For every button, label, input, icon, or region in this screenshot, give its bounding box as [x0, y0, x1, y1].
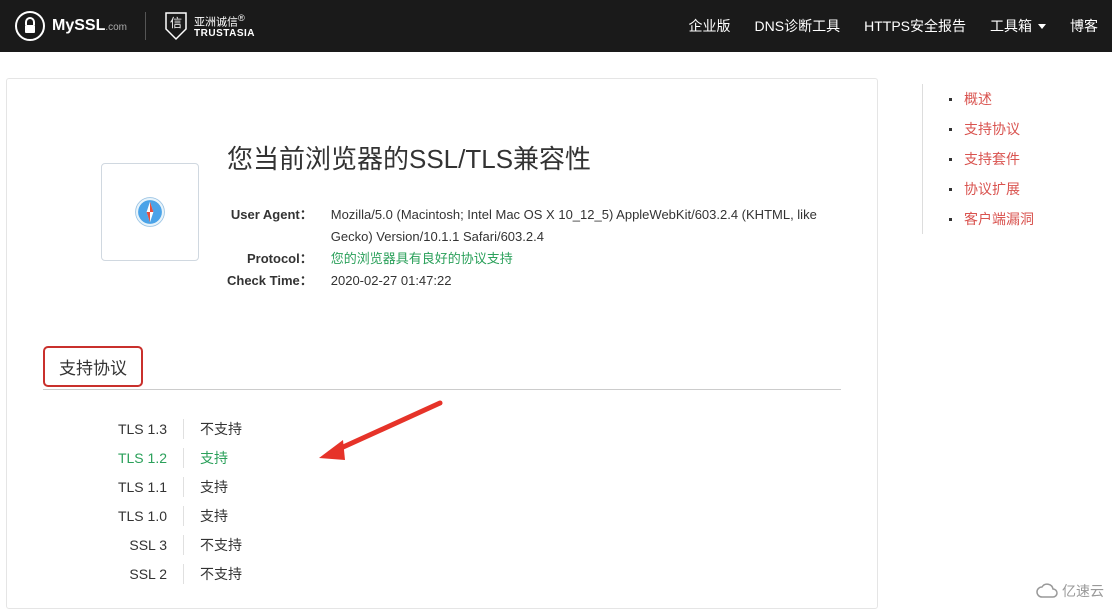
svg-text:信: 信 — [170, 16, 182, 30]
section-title-supported-protocols: 支持协议 — [43, 346, 143, 387]
bullet-icon — [949, 158, 952, 161]
protocol-row: TLS 1.1 支持 — [99, 472, 841, 501]
sidebar-item-label: 协议扩展 — [964, 179, 1020, 199]
protocol-status: 不支持 — [200, 419, 242, 439]
protocol-row: TLS 1.0 支持 — [99, 501, 841, 530]
lock-icon — [14, 10, 46, 42]
nav-link-enterprise[interactable]: 企业版 — [689, 16, 731, 36]
protocol-row: TLS 1.3 不支持 — [99, 414, 841, 443]
nav-link-dns[interactable]: DNS诊断工具 — [755, 16, 841, 36]
page-title: 您当前浏览器的SSL/TLS兼容性 — [227, 139, 841, 176]
sidebar-item-label: 支持协议 — [964, 119, 1020, 139]
protocol-row: SSL 2 不支持 — [99, 559, 841, 588]
caret-down-icon — [1038, 24, 1046, 29]
logo-myssl-sub: .com — [105, 22, 127, 33]
label-check-time: Check Time： — [227, 270, 331, 292]
protocol-row: SSL 3 不支持 — [99, 530, 841, 559]
nav-left: MySSL.com 信 亚洲诚信® TRUSTASIA — [14, 10, 255, 42]
logo-myssl[interactable]: MySSL.com — [14, 10, 127, 42]
logo-trustasia[interactable]: 信 亚洲诚信® TRUSTASIA — [164, 11, 255, 41]
cell-divider — [183, 419, 184, 439]
sidebar: 概述支持协议支持套件协议扩展客户端漏洞 — [922, 78, 1034, 609]
protocol-name: SSL 2 — [99, 566, 183, 582]
bullet-icon — [949, 128, 952, 131]
sidebar-item[interactable]: 支持套件 — [949, 144, 1034, 174]
protocol-table: TLS 1.3 不支持 TLS 1.2 支持 TLS 1.1 支持 TLS 1.0 支持 SSL… — [99, 414, 841, 588]
protocol-name: TLS 1.3 — [99, 421, 183, 437]
cell-divider — [183, 448, 184, 468]
logo-ta-en: TRUSTASIA — [194, 28, 255, 39]
label-user-agent: User Agent： — [227, 204, 331, 248]
cell-divider — [183, 535, 184, 555]
sidebar-item[interactable]: 概述 — [949, 84, 1034, 114]
sidebar-item[interactable]: 支持协议 — [949, 114, 1034, 144]
protocol-status: 支持 — [200, 448, 228, 468]
nav-link-toolbox[interactable]: 工具箱 — [990, 16, 1046, 36]
browser-icon-box — [101, 163, 199, 261]
protocol-name: SSL 3 — [99, 537, 183, 553]
main-card: 您当前浏览器的SSL/TLS兼容性 User Agent： Mozilla/5.… — [6, 78, 878, 609]
sidebar-item[interactable]: 客户端漏洞 — [949, 204, 1034, 234]
nav-divider — [145, 12, 146, 40]
nav-link-https[interactable]: HTTPS安全报告 — [864, 16, 966, 36]
footer-brand-text: 亿速云 — [1062, 581, 1104, 601]
cell-divider — [183, 477, 184, 497]
logo-myssl-text: MySSL — [52, 17, 105, 34]
protocol-status: 不支持 — [200, 564, 242, 584]
value-user-agent: Mozilla/5.0 (Macintosh; Intel Mac OS X 1… — [331, 204, 841, 248]
footer-logo[interactable]: 亿速云 — [1036, 581, 1104, 601]
nav-right: 企业版 DNS诊断工具 HTTPS安全报告 工具箱 博客 — [689, 16, 1098, 36]
header-row: 您当前浏览器的SSL/TLS兼容性 User Agent： Mozilla/5.… — [101, 139, 841, 292]
shield-icon: 信 — [164, 11, 188, 41]
protocol-row: TLS 1.2 支持 — [99, 443, 841, 472]
top-navbar: MySSL.com 信 亚洲诚信® TRUSTASIA 企业版 DNS诊断工具 … — [0, 0, 1112, 52]
sidebar-item-label: 概述 — [964, 89, 992, 109]
bullet-icon — [949, 218, 952, 221]
info-table: User Agent： Mozilla/5.0 (Macintosh; Inte… — [227, 204, 841, 292]
protocol-name: TLS 1.2 — [99, 450, 183, 466]
safari-icon — [133, 195, 167, 229]
cell-divider — [183, 564, 184, 584]
bullet-icon — [949, 98, 952, 101]
protocol-name: TLS 1.1 — [99, 479, 183, 495]
sidebar-item-label: 客户端漏洞 — [964, 209, 1034, 229]
nav-link-toolbox-label: 工具箱 — [990, 16, 1032, 36]
cell-divider — [183, 506, 184, 526]
label-protocol: Protocol： — [227, 248, 331, 270]
nav-link-blog[interactable]: 博客 — [1070, 16, 1098, 36]
value-check-time: 2020-02-27 01:47:22 — [331, 270, 841, 292]
header-content: 您当前浏览器的SSL/TLS兼容性 User Agent： Mozilla/5.… — [227, 139, 841, 292]
protocol-name: TLS 1.0 — [99, 508, 183, 524]
protocol-status: 支持 — [200, 506, 228, 526]
cloud-icon — [1036, 583, 1058, 599]
protocol-status: 不支持 — [200, 535, 242, 555]
sidebar-item[interactable]: 协议扩展 — [949, 174, 1034, 204]
value-protocol: 您的浏览器具有良好的协议支持 — [331, 248, 841, 270]
registered-mark: ® — [238, 13, 245, 23]
section-divider — [43, 389, 841, 390]
page-wrap: 您当前浏览器的SSL/TLS兼容性 User Agent： Mozilla/5.… — [0, 52, 1112, 609]
sidebar-item-label: 支持套件 — [964, 149, 1020, 169]
bullet-icon — [949, 188, 952, 191]
logo-ta-cn: 亚洲诚信 — [194, 16, 238, 28]
protocol-status: 支持 — [200, 477, 228, 497]
